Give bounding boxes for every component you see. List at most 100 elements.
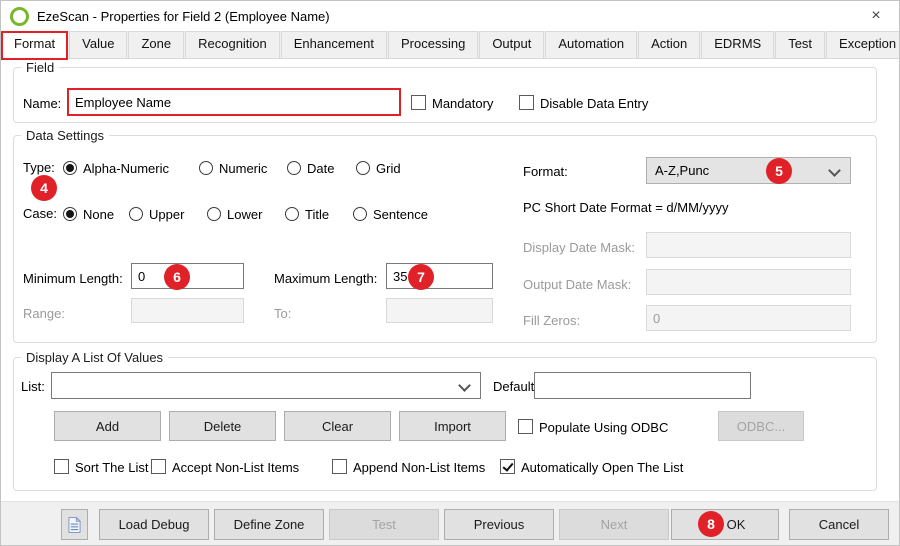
type-option-label: Alpha-Numeric [83, 161, 169, 176]
field-name-input[interactable] [67, 88, 401, 116]
maximum-length-input[interactable] [386, 263, 493, 289]
output-date-mask-input [646, 269, 851, 295]
list-values-legend: Display A List Of Values [21, 350, 168, 365]
delete-button[interactable]: Delete [169, 411, 276, 441]
annotation-badge-4: 4 [31, 175, 57, 201]
document-icon [68, 516, 81, 534]
append-non-list-checkbox[interactable] [332, 459, 347, 474]
case-option-label: None [83, 207, 114, 222]
close-button[interactable]: × [859, 1, 893, 31]
type-label: Type: [23, 160, 55, 175]
auto-open-list-checkbox[interactable] [500, 459, 515, 474]
range-input [131, 298, 244, 323]
annotation-badge-8: 8 [698, 511, 724, 537]
default-label: Default: [493, 379, 538, 394]
minimum-length-label: Minimum Length: [23, 271, 123, 286]
range-label: Range: [23, 306, 65, 321]
accept-non-list-label: Accept Non-List Items [172, 460, 299, 475]
annotation-badge-7: 7 [408, 264, 434, 290]
tab-test[interactable]: Test [775, 31, 825, 58]
tab-automation[interactable]: Automation [545, 31, 637, 58]
pc-short-date-text: PC Short Date Format = d/MM/yyyy [523, 200, 729, 215]
maximum-length-label: Maximum Length: [274, 271, 377, 286]
type-option-label: Grid [376, 161, 401, 176]
type-radio-date[interactable] [287, 161, 301, 175]
clear-button[interactable]: Clear [284, 411, 391, 441]
cancel-button[interactable]: Cancel [789, 509, 889, 540]
tab-format[interactable]: Format [1, 31, 68, 60]
tab-exception[interactable]: Exception [826, 31, 900, 58]
tab-zone[interactable]: Zone [128, 31, 184, 58]
tab-output[interactable]: Output [479, 31, 544, 58]
append-non-list-label: Append Non-List Items [353, 460, 485, 475]
odbc-button: ODBC... [718, 411, 804, 441]
import-button[interactable]: Import [399, 411, 506, 441]
chevron-down-icon [828, 164, 841, 177]
display-date-mask-input [646, 232, 851, 258]
tab-strip: Format Value Zone Recognition Enhancemen… [1, 31, 899, 59]
accept-non-list-checkbox[interactable] [151, 459, 166, 474]
add-button[interactable]: Add [54, 411, 161, 441]
sort-list-checkbox[interactable] [54, 459, 69, 474]
tab-edrms[interactable]: EDRMS [701, 31, 774, 58]
type-option-label: Numeric [219, 161, 267, 176]
case-label: Case: [23, 206, 57, 221]
load-debug-button[interactable]: Load Debug [99, 509, 209, 540]
close-icon: × [871, 7, 880, 25]
case-radio-lower[interactable] [207, 207, 221, 221]
to-input [386, 298, 493, 323]
next-button: Next [559, 509, 669, 540]
annotation-badge-6: 6 [164, 264, 190, 290]
format-dropdown[interactable]: A-Z,Punc [646, 157, 851, 184]
fill-zeros-label: Fill Zeros: [523, 313, 580, 328]
mandatory-label: Mandatory [432, 96, 493, 111]
ezescan-logo-icon [10, 7, 29, 26]
mandatory-checkbox[interactable] [411, 95, 426, 110]
fill-zeros-input [646, 305, 851, 331]
debug-log-button[interactable] [61, 509, 88, 540]
display-date-mask-label: Display Date Mask: [523, 240, 635, 255]
disable-data-entry-checkbox[interactable] [519, 95, 534, 110]
populate-odbc-label: Populate Using ODBC [539, 420, 668, 435]
sort-list-label: Sort The List [75, 460, 148, 475]
previous-button[interactable]: Previous [444, 509, 554, 540]
format-label: Format: [523, 164, 568, 179]
tab-enhancement[interactable]: Enhancement [281, 31, 387, 58]
output-date-mask-label: Output Date Mask: [523, 277, 631, 292]
case-radio-sentence[interactable] [353, 207, 367, 221]
name-label: Name: [23, 96, 61, 111]
properties-dialog: EzeScan - Properties for Field 2 (Employ… [0, 0, 900, 546]
case-radio-upper[interactable] [129, 207, 143, 221]
default-input[interactable] [534, 372, 751, 399]
case-option-label: Title [305, 207, 329, 222]
to-label: To: [274, 306, 291, 321]
type-option-label: Date [307, 161, 334, 176]
list-label: List: [21, 379, 45, 394]
format-dropdown-value: A-Z,Punc [655, 163, 709, 178]
auto-open-list-label: Automatically Open The List [521, 460, 683, 475]
case-option-label: Lower [227, 207, 262, 222]
title-bar: EzeScan - Properties for Field 2 (Employ… [1, 1, 899, 31]
tab-recognition[interactable]: Recognition [185, 31, 280, 58]
type-radio-alpha-numeric[interactable] [63, 161, 77, 175]
type-radio-grid[interactable] [356, 161, 370, 175]
annotation-badge-5: 5 [766, 158, 792, 184]
define-zone-button[interactable]: Define Zone [214, 509, 324, 540]
case-radio-title[interactable] [285, 207, 299, 221]
field-legend: Field [21, 60, 59, 75]
tab-action[interactable]: Action [638, 31, 700, 58]
data-settings-legend: Data Settings [21, 128, 109, 143]
ok-button[interactable]: OK [671, 509, 779, 540]
test-button: Test [329, 509, 439, 540]
window-title: EzeScan - Properties for Field 2 (Employ… [37, 9, 330, 24]
tab-value[interactable]: Value [69, 31, 127, 58]
list-dropdown[interactable] [51, 372, 481, 399]
case-radio-none[interactable] [63, 207, 77, 221]
chevron-down-icon [458, 379, 471, 392]
case-option-label: Upper [149, 207, 184, 222]
case-option-label: Sentence [373, 207, 428, 222]
type-radio-numeric[interactable] [199, 161, 213, 175]
populate-odbc-checkbox[interactable] [518, 419, 533, 434]
tab-processing[interactable]: Processing [388, 31, 478, 58]
disable-data-entry-label: Disable Data Entry [540, 96, 648, 111]
